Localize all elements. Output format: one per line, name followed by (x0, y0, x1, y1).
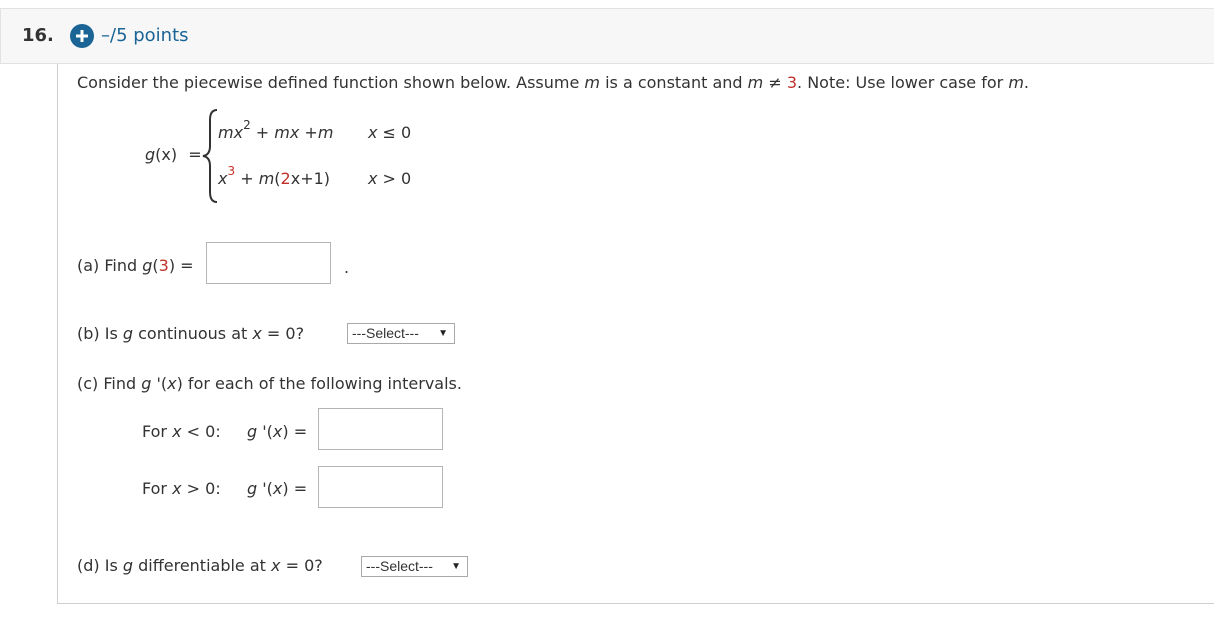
prime: '( (151, 374, 168, 393)
intro-text: is a constant and (600, 73, 748, 92)
function-name: g (122, 556, 134, 575)
function-name: g (247, 422, 258, 441)
part-c-row2-derivative: g '(x) = (247, 479, 307, 499)
part-c-row2-label: For x > 0: (142, 479, 221, 499)
condition: < 0: (181, 422, 221, 441)
var-x: x (272, 479, 283, 498)
arg-value: 3 (158, 256, 169, 275)
part-c-text: for each of the following intervals. (182, 374, 462, 393)
case2-coefficient: 2 (280, 169, 291, 188)
function-name: g (145, 145, 156, 164)
for-text: For (142, 422, 173, 441)
case1-term: m (317, 123, 334, 142)
part-d-prompt: (d) Is g differentiable at x = 0? (77, 556, 323, 576)
equals-sign: = (175, 256, 194, 275)
neq-symbol: ≠ (763, 73, 787, 92)
case2-term: m (258, 169, 275, 188)
part-c-row1-derivative: g '(x) = (247, 422, 307, 442)
function-name: g (122, 324, 134, 343)
part-d-label: (d) Is (77, 556, 123, 575)
for-text: For (142, 479, 173, 498)
case2-term: + (235, 169, 259, 188)
var-x: x (172, 422, 182, 441)
dropdown-arrow-icon: ▼ (451, 561, 461, 572)
var-x: x (252, 324, 262, 343)
case-2-condition: x > 0 (368, 169, 411, 189)
intro-text: Consider the piecewise defined function … (77, 73, 585, 92)
var-x: x (172, 479, 182, 498)
question-intro: Consider the piecewise defined function … (77, 73, 1029, 93)
exponent: 2 (243, 117, 251, 132)
question-header: 16. –/5 points (0, 8, 1214, 64)
part-c-row2-answer-input[interactable] (318, 466, 443, 508)
function-arg: (x) (155, 145, 178, 164)
left-brace-icon (202, 109, 218, 203)
question-number: 16. (22, 25, 54, 46)
part-b-text: continuous at (133, 324, 253, 343)
excluded-value: 3 (786, 73, 798, 92)
part-c-label: (c) Find (77, 374, 142, 393)
var-m: m (747, 73, 764, 92)
dropdown-arrow-icon: ▼ (438, 328, 448, 339)
exponent: 3 (227, 163, 236, 178)
part-c-prompt: (c) Find g '(x) for each of the followin… (77, 374, 462, 394)
intro-text: . (1023, 73, 1029, 92)
part-d-select-value: ---Select--- (366, 558, 433, 574)
case-1-expression: mx2 + mx +m (218, 119, 334, 143)
cond-op: > 0 (377, 169, 412, 188)
case1-term: mx (218, 123, 244, 142)
case1-term: + (299, 123, 318, 142)
part-b-prompt: (b) Is g continuous at x = 0? (77, 324, 304, 344)
var-x: x (272, 422, 283, 441)
prime: '( (257, 422, 273, 441)
var-x: x (167, 374, 177, 393)
var-m: m (584, 73, 600, 92)
part-a-answer-input[interactable] (206, 242, 331, 284)
part-a-prompt: (a) Find g(3) = (77, 256, 194, 276)
case2-term: +1 (300, 169, 324, 188)
part-a-label: (a) Find (77, 256, 143, 275)
part-b-label: (b) Is (77, 324, 123, 343)
part-b-select-value: ---Select--- (352, 325, 419, 341)
part-b-select[interactable]: ---Select--- ▼ (347, 323, 455, 344)
case1-term: + (250, 123, 275, 142)
equals-sign: ) = (282, 479, 308, 498)
expand-plus-icon[interactable] (70, 24, 94, 48)
var-m: m (1008, 73, 1024, 92)
intro-text: . Note: Use lower case for (797, 73, 1009, 92)
function-name: g (142, 256, 153, 275)
condition: > 0: (181, 479, 221, 498)
case2-term: x (290, 169, 301, 188)
part-c-row1-answer-input[interactable] (318, 408, 443, 450)
function-name: g (141, 374, 152, 393)
part-d-text: = 0? (280, 556, 323, 575)
case-2-expression: x3 + m(2x+1) (218, 165, 331, 189)
part-a-period: . (344, 258, 350, 277)
part-d-select[interactable]: ---Select--- ▼ (361, 556, 468, 577)
function-lhs: g(x) = (145, 145, 202, 165)
part-c-row1-label: For x < 0: (142, 422, 221, 442)
prime: '( (257, 479, 273, 498)
cond-op: ≤ 0 (377, 123, 412, 142)
case2-term: ) (323, 169, 331, 188)
function-name: g (247, 479, 258, 498)
part-b-text: = 0? (261, 324, 305, 343)
equals-sign: ) = (282, 422, 308, 441)
case1-term: mx (274, 123, 300, 142)
part-d-text: differentiable at (133, 556, 272, 575)
case-1-condition: x ≤ 0 (368, 123, 411, 143)
points-label: –/5 points (101, 25, 189, 46)
